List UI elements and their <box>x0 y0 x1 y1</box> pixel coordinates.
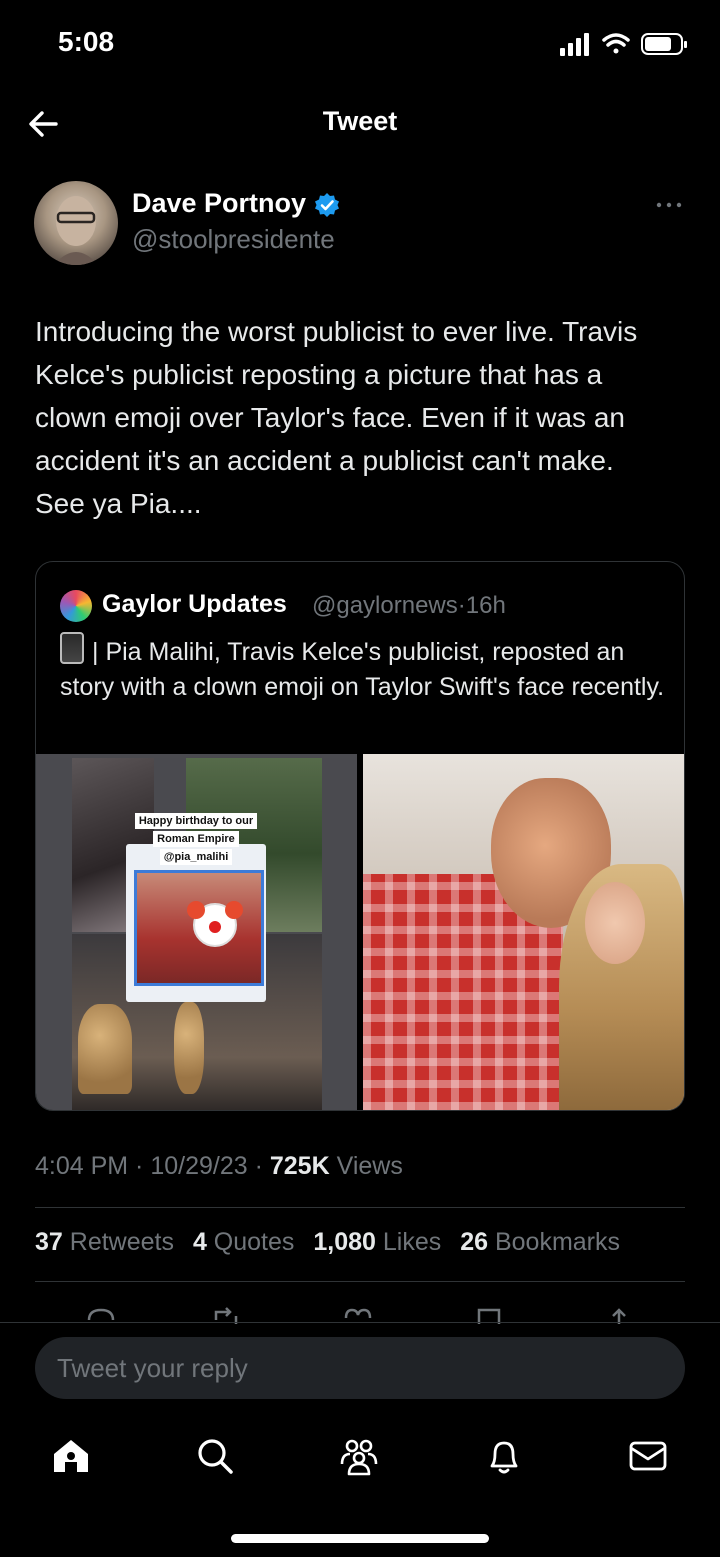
tweet-text: Introducing the worst publicist to ever … <box>35 316 646 519</box>
likes-label: Likes <box>382 1228 442 1256</box>
likes-stat[interactable]: 1,080 Likes <box>313 1228 441 1256</box>
avatar[interactable] <box>34 181 118 265</box>
quote-image-couple[interactable] <box>363 754 684 1110</box>
quote-age: 16h <box>465 592 506 619</box>
retweets-label: Retweets <box>69 1228 174 1256</box>
photo-face <box>585 882 645 964</box>
balloon-letter-i <box>174 1002 204 1094</box>
tweet-date: 10/29/23 <box>150 1152 248 1180</box>
reply-input[interactable]: Tweet your reply <box>35 1337 685 1399</box>
retweets-count: 37 <box>35 1228 63 1256</box>
quote-tweet-card[interactable]: Gaylor Updates @gaylornews·16h | Pia Mal… <box>35 561 685 1111</box>
mail-icon[interactable] <box>626 1434 670 1478</box>
quotes-label: Quotes <box>213 1228 295 1256</box>
divider <box>35 1207 685 1208</box>
divider <box>0 1322 720 1323</box>
communities-icon[interactable] <box>337 1434 381 1478</box>
likes-count: 1,080 <box>313 1228 376 1256</box>
author-handle[interactable]: @stoolpresidente <box>132 224 335 255</box>
story-photo <box>134 870 264 986</box>
quote-text: | Pia Malihi, Travis Kelce's publicist, … <box>60 638 665 701</box>
views-count: 725K <box>269 1152 330 1180</box>
quote-author-name[interactable]: Gaylor Updates <box>102 590 287 619</box>
more-icon[interactable] <box>656 200 682 210</box>
search-icon[interactable] <box>193 1434 237 1478</box>
quote-meta: @gaylornews·16h <box>312 592 506 620</box>
quotes-count: 4 <box>192 1228 207 1256</box>
bookmarks-count: 26 <box>460 1228 489 1256</box>
reply-placeholder: Tweet your reply <box>57 1353 248 1383</box>
quotes-stat[interactable]: 4 Quotes <box>193 1228 294 1256</box>
tweet-timestamp-views: 4:04 PM · 10/29/23 · 725K Views <box>35 1152 403 1180</box>
story-caption-line: @pia_malihi <box>159 849 233 865</box>
bookmarks-stat[interactable]: 26 Bookmarks <box>460 1228 620 1256</box>
author-name[interactable]: Dave Portnoy <box>132 188 306 219</box>
home-indicator[interactable] <box>231 1534 489 1543</box>
quote-image-collage[interactable]: Happy birthday to our Roman Empire @pia_… <box>36 754 357 1110</box>
avatar-portrait <box>54 196 98 265</box>
verified-badge-icon <box>315 193 339 217</box>
quote-avatar[interactable] <box>60 590 92 622</box>
bookmarks-label: Bookmarks <box>494 1228 621 1256</box>
clown-emoji-icon <box>187 901 243 947</box>
status-icons <box>560 33 687 56</box>
battery-icon <box>641 33 687 55</box>
bell-icon[interactable] <box>482 1434 526 1478</box>
quote-text-block: | Pia Malihi, Travis Kelce's publicist, … <box>60 632 670 705</box>
story-caption-line: Happy birthday to our <box>134 813 258 829</box>
divider <box>35 1281 685 1282</box>
wifi-icon <box>602 33 630 54</box>
engagement-stats: 37 Retweets 4 Quotes 1,080 Likes 26 Book… <box>35 1228 620 1257</box>
story-caption-line: Roman Empire <box>153 831 239 847</box>
quote-separator: · <box>457 592 466 619</box>
story-screenshot <box>126 844 266 1002</box>
retweets-stat[interactable]: 37 Retweets <box>35 1228 174 1256</box>
status-time: 5:08 <box>58 26 115 57</box>
bottom-nav <box>0 1420 720 1490</box>
quote-handle: @gaylornews <box>312 592 458 619</box>
tweet-time: 4:04 PM <box>35 1152 129 1180</box>
views-label: Views <box>336 1152 403 1180</box>
page-title: Tweet <box>322 106 398 136</box>
tweet-actions <box>35 1300 685 1324</box>
signal-icon <box>560 33 589 56</box>
balloon-letter-p <box>78 1004 132 1094</box>
story-caption: Happy birthday to our Roman Empire @pia_… <box>114 812 278 866</box>
home-icon[interactable] <box>49 1434 93 1478</box>
phone-emoji-icon <box>60 632 84 664</box>
